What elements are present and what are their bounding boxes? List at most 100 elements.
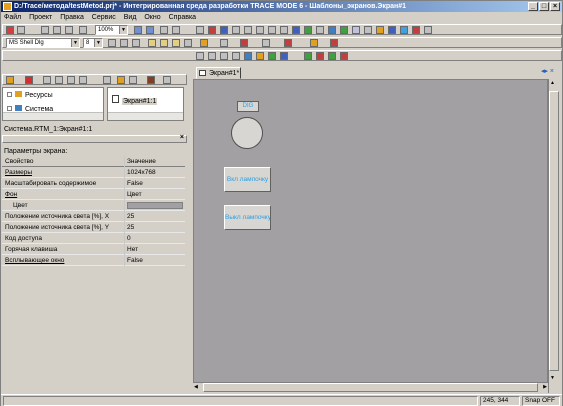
zoom-select[interactable]: 100% ▼ bbox=[95, 25, 128, 35]
object-tree-hscrollbar[interactable] bbox=[108, 112, 183, 120]
save-icon[interactable] bbox=[244, 52, 252, 60]
library-icon[interactable] bbox=[117, 76, 125, 84]
ellipse-icon[interactable] bbox=[244, 26, 252, 34]
paste-node-icon[interactable] bbox=[67, 76, 75, 84]
ungroup-icon[interactable] bbox=[208, 52, 216, 60]
bar-icon[interactable] bbox=[376, 26, 384, 34]
polygon-icon[interactable] bbox=[256, 26, 264, 34]
gauge-icon[interactable] bbox=[340, 26, 348, 34]
menu-help[interactable]: Справка bbox=[166, 13, 199, 23]
fill-icon[interactable] bbox=[310, 39, 318, 47]
vertical-splitter[interactable] bbox=[187, 65, 191, 394]
table-row[interactable]: Горячая клавиша Нет bbox=[2, 244, 185, 255]
close-button[interactable]: × bbox=[550, 2, 560, 11]
line-width-icon[interactable] bbox=[262, 39, 270, 47]
menu-window[interactable]: Окно bbox=[141, 13, 163, 23]
scroll-left-icon[interactable]: ◀ bbox=[194, 384, 198, 390]
properties-icon[interactable] bbox=[79, 76, 87, 84]
grid-icon[interactable] bbox=[160, 26, 168, 34]
undo-icon[interactable] bbox=[6, 26, 14, 34]
tab-screen1[interactable]: Экран#1* bbox=[196, 67, 241, 79]
bug-icon[interactable] bbox=[328, 52, 336, 60]
paste-icon[interactable] bbox=[65, 26, 73, 34]
tab-nav-arrows-icon[interactable]: ◂▸ × bbox=[541, 67, 554, 75]
menu-service[interactable]: Сервис bbox=[89, 13, 119, 23]
front-icon[interactable] bbox=[220, 52, 228, 60]
table-row[interactable]: Масштабировать содержимое False bbox=[2, 178, 185, 189]
line-icon[interactable] bbox=[208, 26, 216, 34]
snap-icon[interactable] bbox=[172, 26, 180, 34]
italic-icon[interactable] bbox=[160, 39, 168, 47]
close-panel-icon[interactable]: × bbox=[180, 134, 184, 141]
run-icon[interactable] bbox=[268, 52, 276, 60]
doc-icon[interactable] bbox=[103, 76, 111, 84]
canvas-hscrollbar[interactable]: ◀ ▶ bbox=[193, 382, 548, 393]
menu-project[interactable]: Проект bbox=[26, 13, 55, 23]
clock-icon[interactable] bbox=[388, 26, 396, 34]
folder-icon[interactable] bbox=[6, 76, 14, 84]
template-icon[interactable] bbox=[129, 76, 137, 84]
scroll-down-icon[interactable]: ▼ bbox=[550, 375, 555, 381]
sort-icon[interactable] bbox=[163, 76, 171, 84]
bold-icon[interactable] bbox=[148, 39, 156, 47]
maximize-button[interactable]: □ bbox=[539, 2, 549, 11]
splitter-bar[interactable]: × bbox=[2, 134, 187, 143]
table-row[interactable]: Положение источника света [%], Y 25 bbox=[2, 222, 185, 233]
rect-icon[interactable] bbox=[232, 26, 240, 34]
font-color-icon[interactable] bbox=[200, 39, 208, 47]
digit-indicator[interactable]: DIG bbox=[237, 101, 259, 112]
image-icon[interactable] bbox=[280, 26, 288, 34]
fill-color-icon[interactable] bbox=[330, 39, 338, 47]
stop-icon[interactable] bbox=[280, 52, 288, 60]
lamp-off-button[interactable]: Выкл лампочку bbox=[224, 205, 271, 230]
color-swatch[interactable] bbox=[127, 202, 183, 209]
arc-icon[interactable] bbox=[268, 26, 276, 34]
scroll-thumb[interactable] bbox=[549, 91, 559, 371]
trend-icon[interactable] bbox=[316, 26, 324, 34]
lamp-on-button[interactable]: Вкл лампочку bbox=[224, 167, 271, 192]
minimize-button[interactable]: _ bbox=[528, 2, 538, 11]
table-row[interactable]: Положение источника света [%], X 25 bbox=[2, 211, 185, 222]
underline-icon[interactable] bbox=[172, 39, 180, 47]
break-icon[interactable] bbox=[340, 52, 348, 60]
line-style-icon[interactable] bbox=[220, 39, 228, 47]
person-icon[interactable] bbox=[316, 52, 324, 60]
table-row[interactable]: Код доступа 0 bbox=[2, 233, 185, 244]
redo-icon[interactable] bbox=[17, 26, 25, 34]
slider-icon[interactable] bbox=[352, 26, 360, 34]
scroll-up-icon[interactable]: ▲ bbox=[550, 80, 555, 86]
table-row[interactable]: Размеры 1024x768 bbox=[2, 167, 185, 178]
align-center-icon[interactable] bbox=[120, 39, 128, 47]
table-row[interactable]: Всплывающее окно False bbox=[2, 255, 185, 266]
arrow-style-icon[interactable] bbox=[284, 39, 292, 47]
browser-icon[interactable] bbox=[424, 26, 432, 34]
scroll-right-icon[interactable]: ▶ bbox=[543, 384, 547, 390]
tree-item-screen[interactable]: Экран#1:1 bbox=[112, 95, 158, 105]
group-icon[interactable] bbox=[196, 52, 204, 60]
copy-icon[interactable] bbox=[53, 26, 61, 34]
menu-edit[interactable]: Правка bbox=[57, 13, 87, 23]
tree-item-resources[interactable]: Ресурсы bbox=[7, 91, 53, 99]
align-right-icon[interactable] bbox=[132, 39, 140, 47]
text-icon[interactable] bbox=[220, 26, 228, 34]
table-row[interactable]: Цвет bbox=[2, 200, 185, 211]
find-icon[interactable] bbox=[79, 26, 87, 34]
align-left-icon[interactable] bbox=[108, 39, 116, 47]
delete-icon[interactable] bbox=[25, 76, 33, 84]
back-nav-icon[interactable] bbox=[43, 76, 51, 84]
menu-file[interactable]: Файл bbox=[1, 13, 24, 23]
table-row[interactable]: Фон Цвет bbox=[2, 189, 185, 200]
scroll-thumb[interactable] bbox=[203, 383, 538, 392]
font-name-select[interactable]: MS Shell Dlg ▼ bbox=[6, 38, 80, 48]
video-icon[interactable] bbox=[412, 26, 420, 34]
lamp-circle[interactable] bbox=[231, 117, 263, 149]
font-size-select[interactable]: 8 ▼ bbox=[83, 38, 103, 48]
pointer-icon[interactable] bbox=[196, 26, 204, 34]
resource-icon[interactable] bbox=[147, 76, 155, 84]
table-icon[interactable] bbox=[328, 26, 336, 34]
back-icon[interactable] bbox=[232, 52, 240, 60]
open-icon[interactable] bbox=[256, 52, 264, 60]
menu-view[interactable]: Вид bbox=[121, 13, 140, 23]
zoom-out-icon[interactable] bbox=[146, 26, 154, 34]
cut-icon[interactable] bbox=[41, 26, 49, 34]
